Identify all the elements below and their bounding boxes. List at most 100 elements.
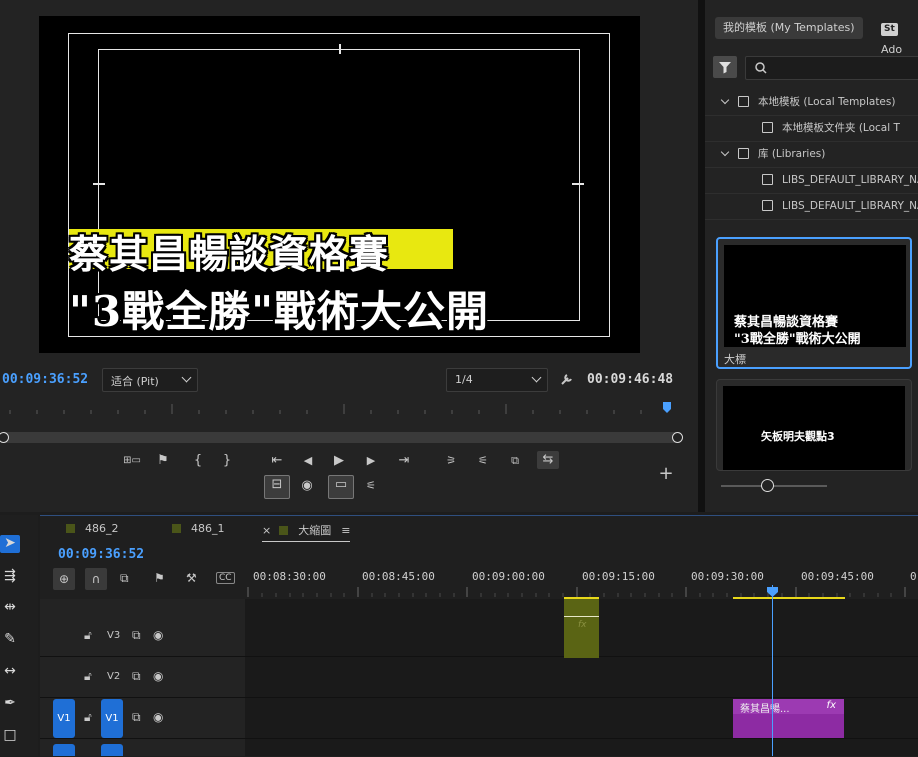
source-patch-a1[interactable] bbox=[53, 744, 75, 756]
razor-tool-icon[interactable]: ✎ bbox=[0, 631, 20, 649]
tab-label: 大縮圖 bbox=[298, 524, 332, 537]
template-card[interactable]: 矢板明夫觀點3 bbox=[716, 379, 912, 471]
sync-lock-icon[interactable]: ⧉ bbox=[132, 710, 141, 725]
playhead-timecode[interactable]: 00:09:36:52 bbox=[2, 372, 88, 387]
linked-selection-icon[interactable]: ⧉ bbox=[120, 571, 129, 586]
sync-lock-icon[interactable]: ⧉ bbox=[132, 669, 141, 684]
step-back-button[interactable]: ◀ bbox=[298, 452, 318, 470]
tree-item-label: LIBS_DEFAULT_LIBRARY_NA bbox=[782, 200, 918, 212]
playhead-line[interactable] bbox=[772, 585, 773, 756]
slider-handle[interactable] bbox=[761, 479, 774, 492]
eye-icon[interactable]: ◉ bbox=[153, 628, 163, 642]
timeline-timecode[interactable]: 00:09:36:52 bbox=[58, 547, 144, 562]
chevron-down-icon bbox=[720, 95, 730, 105]
export-frame-toggle-icon[interactable]: ⧉ bbox=[505, 452, 525, 470]
template-search-input[interactable] bbox=[745, 56, 918, 80]
panel-divider[interactable] bbox=[698, 0, 705, 512]
tree-item-library-2[interactable]: LIBS_DEFAULT_LIBRARY_NA bbox=[705, 193, 918, 220]
scrollbar-left-handle[interactable] bbox=[0, 432, 9, 443]
source-patch-v1[interactable]: V1 bbox=[53, 699, 75, 738]
monitor-time-ruler[interactable] bbox=[0, 398, 690, 420]
tab-adobe-stock[interactable]: St Ado bbox=[873, 17, 918, 56]
lock-icon[interactable]: 🔓︎ bbox=[84, 628, 92, 643]
clip-v1-title[interactable]: 蔡其昌暢... fx bbox=[733, 699, 844, 738]
nest-toggle-icon[interactable]: ⊕ bbox=[53, 568, 75, 590]
panel-menu-icon[interactable]: ≡ bbox=[341, 524, 350, 537]
track-target-v1[interactable]: V1 bbox=[101, 699, 123, 738]
mark-in-button[interactable]: { bbox=[188, 452, 208, 470]
checkbox[interactable] bbox=[762, 122, 773, 133]
scrollbar-right-handle[interactable] bbox=[672, 432, 683, 443]
multi-camera-icon[interactable]: ▭ bbox=[328, 475, 354, 499]
clip-v3[interactable]: fx bbox=[564, 616, 599, 658]
playhead-handle[interactable] bbox=[767, 586, 778, 597]
timeline-settings-wrench-icon[interactable]: ⚒ bbox=[186, 571, 197, 585]
captions-icon[interactable]: CC bbox=[216, 572, 235, 584]
ripple-edit-tool-icon[interactable]: ⇹ bbox=[0, 599, 20, 617]
zoom-scrollbar[interactable] bbox=[0, 432, 683, 443]
selection-tool-icon[interactable]: ➤ bbox=[0, 535, 20, 553]
resolution-value: 1/4 bbox=[455, 373, 473, 386]
add-button[interactable]: + bbox=[656, 465, 676, 483]
lock-icon[interactable]: 🔓︎ bbox=[84, 710, 92, 725]
template-name: 大標 bbox=[724, 353, 746, 366]
camera-icon[interactable]: ◉ bbox=[297, 477, 317, 495]
timeline-time-ruler[interactable] bbox=[245, 585, 918, 599]
checkbox[interactable] bbox=[738, 148, 749, 159]
sync-lock-icon[interactable]: ⧉ bbox=[132, 628, 141, 643]
tree-item-label: LIBS_DEFAULT_LIBRARY_NA bbox=[782, 174, 918, 186]
checkbox[interactable] bbox=[762, 174, 773, 185]
add-marker-icon[interactable]: ⚑ bbox=[154, 571, 165, 585]
filter-button[interactable] bbox=[713, 56, 737, 78]
close-icon[interactable]: × bbox=[262, 524, 271, 537]
tree-item-local-templates[interactable]: 本地模板 (Local Templates) bbox=[705, 89, 918, 116]
tree-item-libraries[interactable]: 库 (Libraries) bbox=[705, 141, 918, 168]
zoom-dropdown[interactable]: 适合 (Pit) bbox=[102, 368, 198, 392]
tree-item-label: 库 (Libraries) bbox=[758, 148, 826, 160]
chevron-down-icon bbox=[720, 147, 730, 157]
template-card-selected[interactable]: 蔡其昌暢談資格賽 "3戰全勝"戰術大公開 大標 bbox=[716, 237, 912, 369]
tab-my-templates[interactable]: 我的模板 (My Templates) bbox=[715, 17, 863, 39]
lift-icon[interactable]: ⚞ bbox=[441, 452, 461, 470]
thumbnail-size-slider[interactable] bbox=[721, 479, 827, 492]
video-preview[interactable]: 蔡其昌暢談資格賽 "3戰全勝"戰術大公開 bbox=[39, 16, 640, 353]
slip-tool-icon[interactable]: ↔ bbox=[0, 663, 20, 681]
track-target-a1[interactable] bbox=[101, 744, 123, 756]
preview-line-1: 矢板明夫觀點3 bbox=[761, 430, 835, 443]
wrench-icon[interactable] bbox=[560, 372, 574, 386]
go-to-in-button[interactable]: ⇤ bbox=[267, 452, 287, 470]
tab-sequence-486-1[interactable]: 486_1 bbox=[172, 522, 225, 535]
checkbox[interactable] bbox=[738, 96, 749, 107]
tab-sequence-active[interactable]: × 大縮圖 ≡ bbox=[262, 522, 351, 542]
safe-center-mark-left bbox=[93, 183, 105, 185]
proxy-toggle-icon[interactable]: ⚟ bbox=[361, 477, 381, 495]
comparison-view-icon[interactable]: ⇆ bbox=[537, 451, 559, 469]
track-header-v2: 🔓︎ V2 ⧉ ◉ bbox=[40, 657, 245, 698]
play-button[interactable]: ▶ bbox=[329, 452, 349, 470]
ruler-label: 00:08:30:00 bbox=[253, 570, 326, 583]
lock-icon[interactable]: 🔓︎ bbox=[84, 669, 92, 684]
mark-out-button[interactable]: } bbox=[217, 452, 237, 470]
eye-icon[interactable]: ◉ bbox=[153, 669, 163, 683]
ruler-label: 0 bbox=[910, 570, 917, 583]
add-marker-button[interactable]: ⚑ bbox=[153, 452, 173, 470]
extract-icon[interactable]: ⚟ bbox=[473, 452, 493, 470]
trim-mode-icon[interactable]: ⊟ bbox=[264, 475, 290, 499]
sequence-color-swatch bbox=[66, 524, 75, 533]
eye-icon[interactable]: ◉ bbox=[153, 710, 163, 724]
step-forward-button[interactable]: ▶ bbox=[361, 452, 381, 470]
tree-item-local-folder[interactable]: 本地模板文件夹 (Local T bbox=[705, 115, 918, 142]
go-to-out-button[interactable]: ⇥ bbox=[394, 452, 414, 470]
tab-sequence-486-2[interactable]: 486_2 bbox=[66, 522, 119, 535]
safe-margins-icon[interactable]: ⊞▭ bbox=[122, 452, 142, 470]
track-name: V2 bbox=[107, 671, 121, 682]
rectangle-tool-icon[interactable]: □ bbox=[0, 727, 20, 745]
snap-magnet-icon[interactable]: ∩ bbox=[85, 568, 107, 590]
template-preview: 矢板明夫觀點3 bbox=[723, 386, 905, 470]
track-select-tool-icon[interactable]: ⇶ bbox=[0, 568, 20, 586]
resolution-dropdown[interactable]: 1/4 bbox=[446, 368, 548, 392]
clip-v4-partial[interactable] bbox=[564, 599, 599, 617]
checkbox[interactable] bbox=[762, 200, 773, 211]
pen-tool-icon[interactable]: ✒ bbox=[0, 695, 20, 713]
tree-item-library-1[interactable]: LIBS_DEFAULT_LIBRARY_NA bbox=[705, 167, 918, 194]
